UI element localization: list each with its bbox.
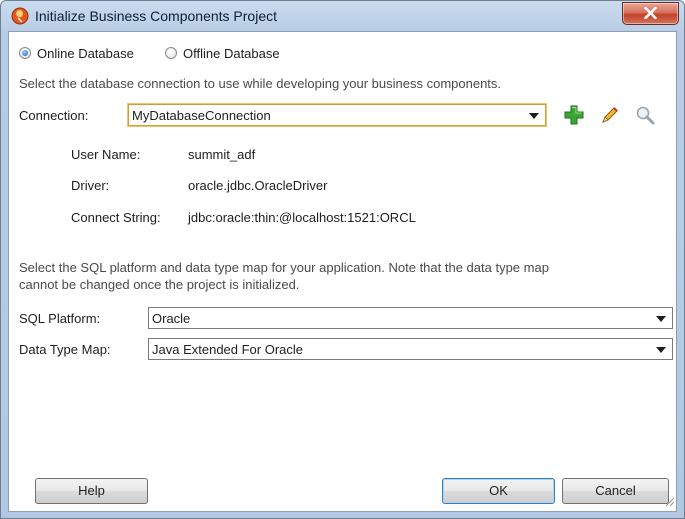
user-name-label: User Name: [71, 147, 141, 162]
resize-grip-icon[interactable] [663, 495, 675, 510]
ok-button[interactable]: OK [442, 478, 555, 504]
close-icon [644, 7, 657, 19]
online-database-label: Online Database [37, 45, 134, 61]
cancel-button[interactable]: Cancel [562, 478, 669, 504]
data-type-map-label: Data Type Map: [19, 342, 111, 357]
offline-database-radio[interactable]: Offline Database [165, 44, 280, 62]
data-type-map-value: Java Extended For Oracle [152, 342, 304, 357]
data-type-map-select[interactable]: Java Extended For Oracle [148, 338, 673, 360]
radio-unselected-icon [165, 47, 177, 59]
sql-platform-select[interactable]: Oracle [148, 307, 673, 329]
radio-selected-icon [19, 47, 31, 59]
help-button[interactable]: Help [35, 478, 148, 504]
connection-select[interactable]: MyDatabaseConnection [128, 104, 546, 126]
chevron-down-icon [529, 113, 539, 119]
driver-value: oracle.jdbc.OracleDriver [188, 178, 328, 193]
close-button[interactable] [622, 2, 679, 25]
sql-platform-value: Oracle [152, 311, 191, 326]
dialog-window: Initialize Business Components Project O… [0, 0, 685, 519]
user-name-value: summit_adf [188, 147, 256, 162]
sql-platform-label: SQL Platform: [19, 311, 101, 326]
connection-label: Connection: [19, 108, 89, 123]
oracle-jdev-icon [11, 7, 29, 25]
magnifier-icon[interactable] [634, 104, 656, 126]
window-title: Initialize Business Components Project [35, 8, 278, 24]
connection-hint: Select the database connection to use wh… [19, 76, 502, 91]
online-database-radio[interactable]: Online Database [19, 44, 134, 62]
plus-icon[interactable] [563, 104, 585, 126]
title-bar[interactable]: Initialize Business Components Project [1, 1, 684, 31]
dialog-content: Online Database Offline Database Select … [8, 31, 677, 512]
connect-string-value: jdbc:oracle:thin:@localhost:1521:ORCL [188, 210, 416, 225]
platform-hint-line1: Select the SQL platform and data type ma… [19, 260, 549, 275]
offline-database-label: Offline Database [183, 45, 280, 61]
pencil-icon[interactable] [599, 104, 621, 126]
chevron-down-icon [656, 347, 666, 353]
connection-value: MyDatabaseConnection [132, 108, 271, 123]
chevron-down-icon [656, 316, 666, 322]
platform-hint-line2: cannot be changed once the project is in… [19, 277, 300, 292]
connect-string-label: Connect String: [71, 210, 161, 225]
driver-label: Driver: [71, 178, 110, 193]
